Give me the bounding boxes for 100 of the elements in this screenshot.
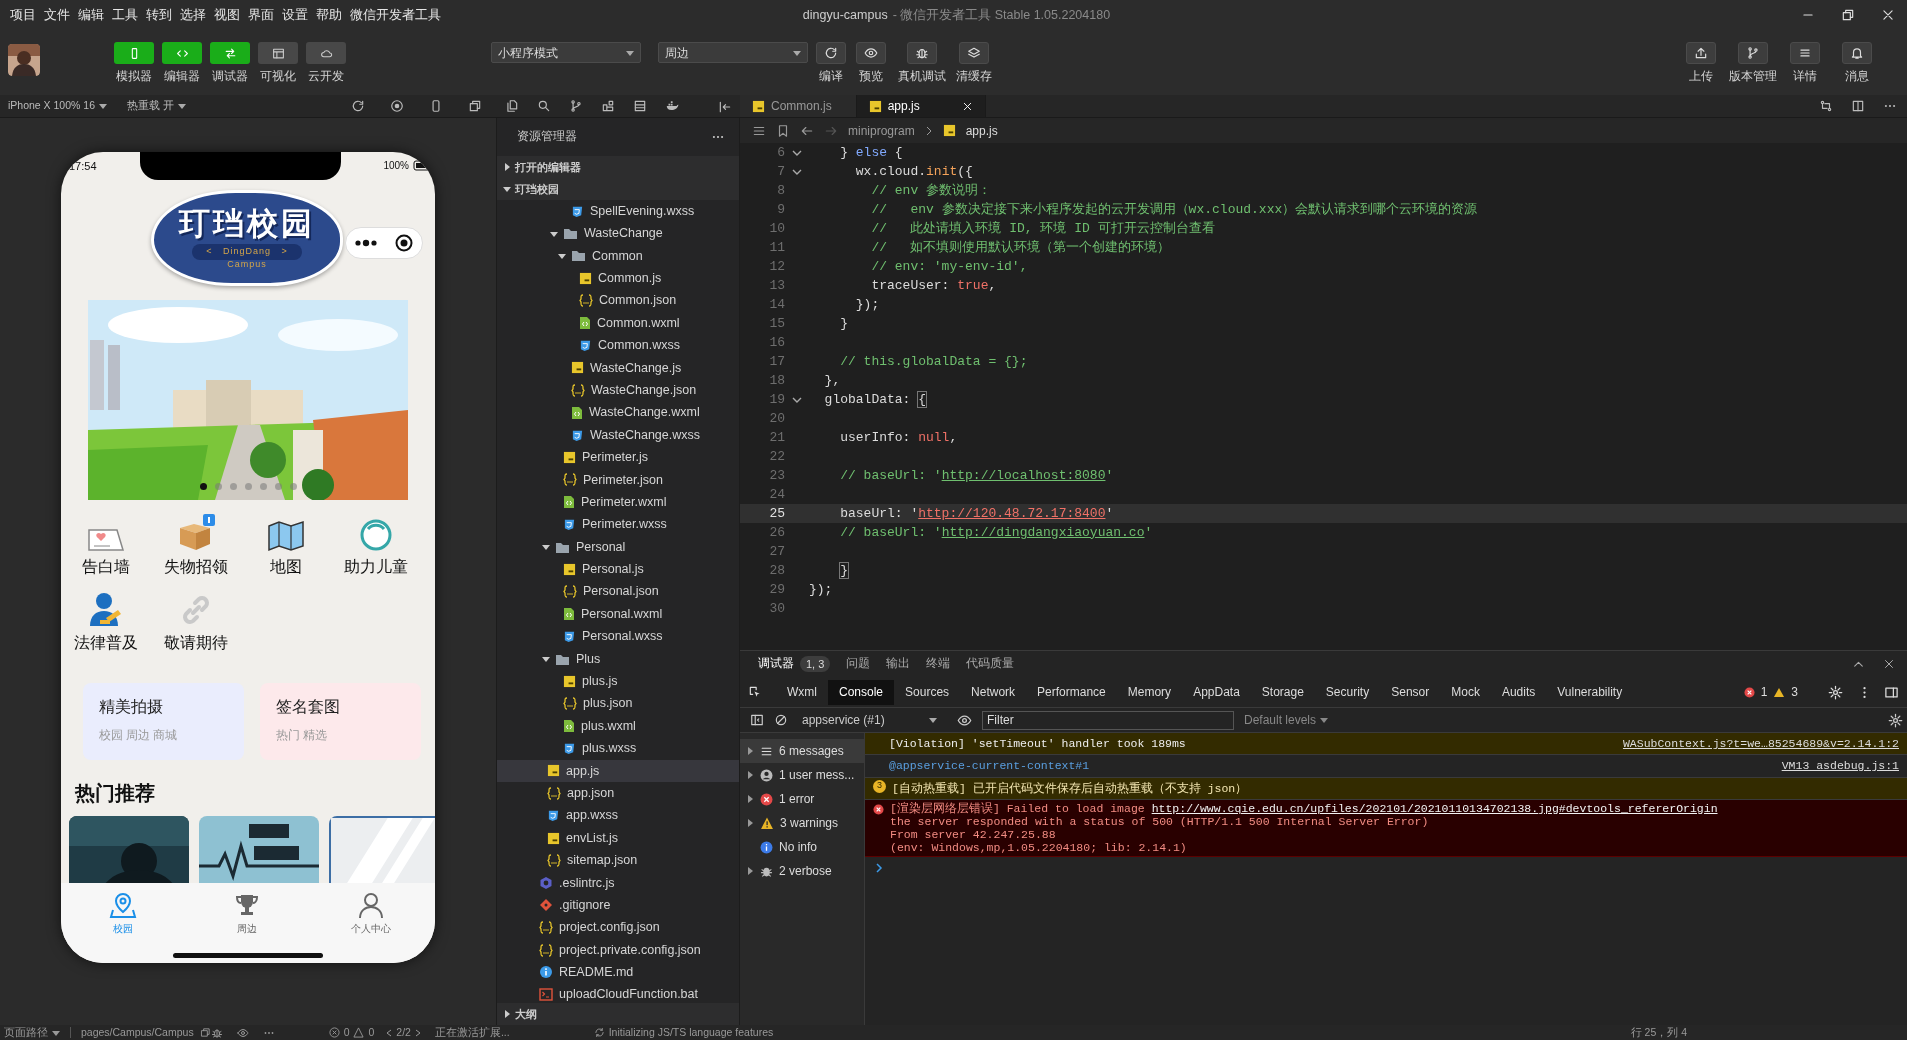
sidebar-toggle-icon[interactable] (750, 713, 764, 727)
caret-icon[interactable] (503, 185, 511, 193)
message-filter-item[interactable]: 3 warnings (740, 811, 864, 835)
page-path-select[interactable]: 页面路径 (0, 1024, 60, 1040)
copy-icon[interactable] (199, 1027, 211, 1038)
menu-item[interactable]: 编辑 (74, 5, 108, 25)
carousel-dot[interactable] (259, 483, 267, 490)
menu-item[interactable]: 转到 (142, 5, 176, 25)
devtools-tab[interactable]: Sources (894, 679, 961, 705)
devtools-tab[interactable]: Vulnerability (1546, 679, 1634, 705)
file-item[interactable]: uploadCloudFunction.bat (497, 983, 739, 1003)
file-item[interactable]: Common.wxss (497, 334, 739, 357)
restore-icon[interactable] (1841, 8, 1855, 22)
breadcrumb-item[interactable]: app.js (965, 121, 998, 140)
file-item[interactable]: envList.js (497, 826, 739, 850)
settings-icon[interactable] (1828, 684, 1843, 700)
action-button[interactable] (959, 42, 989, 64)
file-item[interactable]: Common.js (497, 267, 739, 290)
editor-tab[interactable]: app.js (856, 95, 986, 117)
carousel-dot[interactable] (229, 483, 237, 490)
devtools-tab[interactable]: Wxml (776, 679, 828, 705)
devtools-tab[interactable]: Security (1314, 679, 1381, 705)
devtools-tab[interactable]: AppData (1182, 679, 1251, 705)
breadcrumb-item[interactable]: miniprogram (848, 121, 915, 140)
file-item[interactable]: plus.js (497, 670, 739, 693)
caret-icon[interactable] (929, 716, 937, 724)
caret-icon[interactable] (1320, 716, 1329, 724)
section-header[interactable]: 玎珰校园 (497, 178, 739, 200)
file-item[interactable]: plus.wxml (497, 715, 739, 738)
hot-reload-toggle[interactable]: 热重载 开 (127, 98, 186, 114)
editor-tab[interactable]: Common.js (740, 95, 857, 117)
devtools-tab[interactable]: Mock (1440, 679, 1491, 705)
inspect-icon[interactable] (748, 685, 762, 699)
eye-icon[interactable] (236, 1026, 249, 1039)
caret-icon[interactable] (746, 771, 754, 779)
file-item[interactable]: Personal.js (497, 558, 739, 581)
context-select[interactable]: appservice (#1) (802, 711, 937, 729)
message-filter-item[interactable]: 6 messages (740, 739, 864, 763)
caret-icon[interactable] (503, 1010, 511, 1018)
caret-icon[interactable] (746, 867, 754, 875)
feature-card[interactable]: 签名套图 热门 精选 (260, 683, 421, 760)
file-item[interactable]: app.js (497, 759, 739, 783)
devtools-tab[interactable]: Network (960, 679, 1027, 705)
file-item[interactable]: app.json (497, 782, 739, 805)
feature-label[interactable]: 地图 (270, 555, 302, 579)
panel-tab[interactable]: 调试器 (758, 655, 794, 673)
action-button[interactable] (1686, 42, 1716, 64)
file-item[interactable]: WasteChange.json (497, 379, 739, 402)
panel-tab[interactable]: 代码质量 (966, 655, 1015, 673)
file-item[interactable]: WasteChange.wxml (497, 401, 739, 424)
menu-item[interactable]: 设置 (278, 5, 312, 25)
fold-icon[interactable] (792, 395, 802, 404)
file-item[interactable]: project.config.json (497, 916, 739, 939)
mode-select[interactable]: 周边 (658, 42, 808, 63)
prev-icon[interactable] (386, 1028, 393, 1037)
tab-bar-item[interactable]: 个人中心 (309, 891, 433, 936)
file-item[interactable]: Personal.json (497, 580, 739, 604)
action-button[interactable] (1790, 42, 1820, 64)
eye-icon[interactable] (957, 712, 972, 728)
compare-icon[interactable] (1819, 99, 1833, 113)
file-item[interactable]: WasteChange.wxss (497, 423, 739, 447)
message-filter-item[interactable]: No info (740, 835, 864, 859)
blocks-icon[interactable] (601, 99, 615, 113)
feature-label[interactable]: 敬请期待 (164, 631, 228, 655)
file-item[interactable]: Personal.wxml (497, 603, 739, 626)
folder-item[interactable]: Personal (497, 535, 739, 559)
mode-button[interactable] (258, 42, 298, 64)
bug-icon[interactable] (210, 1026, 223, 1039)
map-icon[interactable] (267, 520, 305, 552)
message-filter-item[interactable]: 1 error (740, 787, 864, 811)
device-select[interactable]: iPhone X 100% 16 (8, 98, 107, 114)
file-item[interactable]: app.wxss (497, 804, 739, 827)
carousel-dot[interactable] (244, 483, 252, 490)
bookmark-icon[interactable] (776, 123, 790, 138)
section-header[interactable]: 打开的编辑器 (497, 156, 739, 178)
caret-icon[interactable] (99, 102, 107, 110)
devtools-tab[interactable]: Audits (1490, 679, 1547, 705)
mode-button[interactable] (306, 42, 346, 64)
file-item[interactable]: Common.wxml (497, 311, 739, 335)
message-filter-item[interactable]: 2 verbose (740, 859, 864, 883)
devtools-tab[interactable]: Console (828, 679, 895, 705)
file-item[interactable]: plus.json (497, 692, 739, 715)
feature-label[interactable]: 告白墙 (82, 555, 130, 579)
action-button[interactable] (1738, 42, 1768, 64)
action-button[interactable] (907, 42, 937, 64)
branch-icon[interactable] (569, 99, 583, 113)
mode-button[interactable] (114, 42, 154, 64)
close-icon[interactable] (961, 100, 973, 112)
next-icon[interactable] (414, 1028, 421, 1037)
mode-button[interactable] (210, 42, 250, 64)
file-item[interactable]: Common.json (497, 289, 739, 312)
record-icon[interactable] (395, 234, 413, 252)
file-item[interactable]: WasteChange.js (497, 356, 739, 380)
carousel-dot[interactable] (289, 483, 297, 490)
source-link[interactable]: VM13 asdebug.js:1 (1781, 757, 1899, 775)
file-item[interactable]: sitemap.json (497, 849, 739, 872)
action-button[interactable] (1842, 42, 1872, 64)
carousel-dot[interactable] (214, 483, 222, 490)
file-item[interactable]: Perimeter.json (497, 468, 739, 492)
person-gavel-icon[interactable] (88, 592, 124, 628)
